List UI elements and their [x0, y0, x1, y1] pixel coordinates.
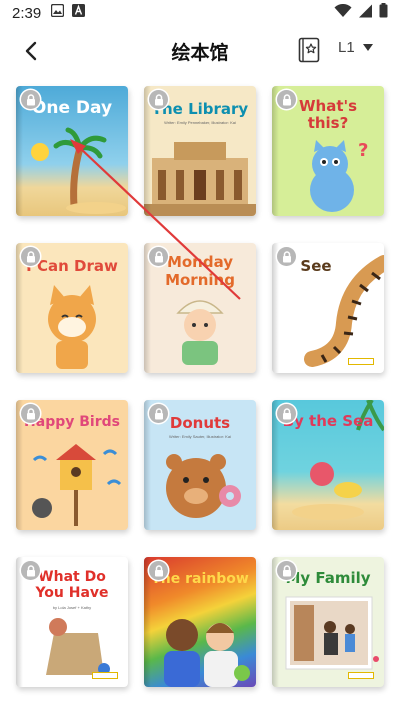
book-subtitle: by Lola Josef + Kathy [52, 605, 92, 610]
lock-icon [277, 561, 296, 580]
book-card[interactable]: By the Sea [272, 400, 384, 530]
publisher-logo [348, 358, 374, 365]
book-card[interactable]: My Family [272, 557, 384, 687]
svg-text:?: ? [358, 140, 368, 161]
app-header: 绘本馆 L1 [0, 26, 400, 74]
book-subtitle: Writer: Emily Pennebaker, Illustrator: K… [164, 120, 236, 125]
book-card[interactable]: The rainbow [144, 557, 256, 687]
level-label: L1 [338, 39, 355, 56]
book-card[interactable]: ? What's this? [272, 86, 384, 216]
book-card[interactable]: Happy Birds [16, 400, 128, 530]
book-title: Monday Morning [165, 253, 235, 289]
lock-icon [149, 247, 168, 266]
level-dropdown[interactable]: L1 [338, 39, 373, 56]
bookmark-button[interactable] [298, 37, 322, 63]
publisher-logo [92, 672, 118, 679]
book-card[interactable]: See [272, 243, 384, 373]
publisher-logo [348, 672, 374, 679]
signal-icon [358, 4, 373, 23]
lock-icon [21, 404, 40, 423]
triangle-down-icon [362, 44, 373, 51]
lock-icon [149, 404, 168, 423]
book-card[interactable]: What Do You Have by Lola Josef + Kathy [16, 557, 128, 687]
lock-icon [21, 561, 40, 580]
status-bar: 2:39 [0, 0, 400, 26]
lock-icon [149, 90, 168, 109]
book-card[interactable]: One Day [16, 86, 128, 216]
book-subtitle: Writer: Emily Sauter, Illustrator: Kai [169, 434, 231, 439]
bookmark-star-icon [298, 37, 320, 63]
book-title: What Do You Have [35, 569, 109, 601]
status-time: 2:39 [12, 4, 42, 22]
lock-icon [149, 561, 168, 580]
book-card[interactable]: The Library Writer: Emily Pennebaker, Il… [144, 86, 256, 216]
lock-icon [277, 90, 296, 109]
lock-icon [21, 247, 40, 266]
wifi-icon [334, 3, 352, 23]
a-icon [72, 4, 86, 22]
book-card[interactable]: Monday Morning [144, 243, 256, 373]
lock-icon [277, 247, 296, 266]
book-title: What's this? [298, 97, 358, 132]
lock-icon [277, 404, 296, 423]
gallery-icon [51, 3, 65, 22]
book-card[interactable]: I Can Draw [16, 243, 128, 373]
book-card[interactable]: Donuts Writer: Emily Sauter, Illustrator… [144, 400, 256, 530]
lock-icon [21, 90, 40, 109]
battery-icon [379, 3, 388, 23]
